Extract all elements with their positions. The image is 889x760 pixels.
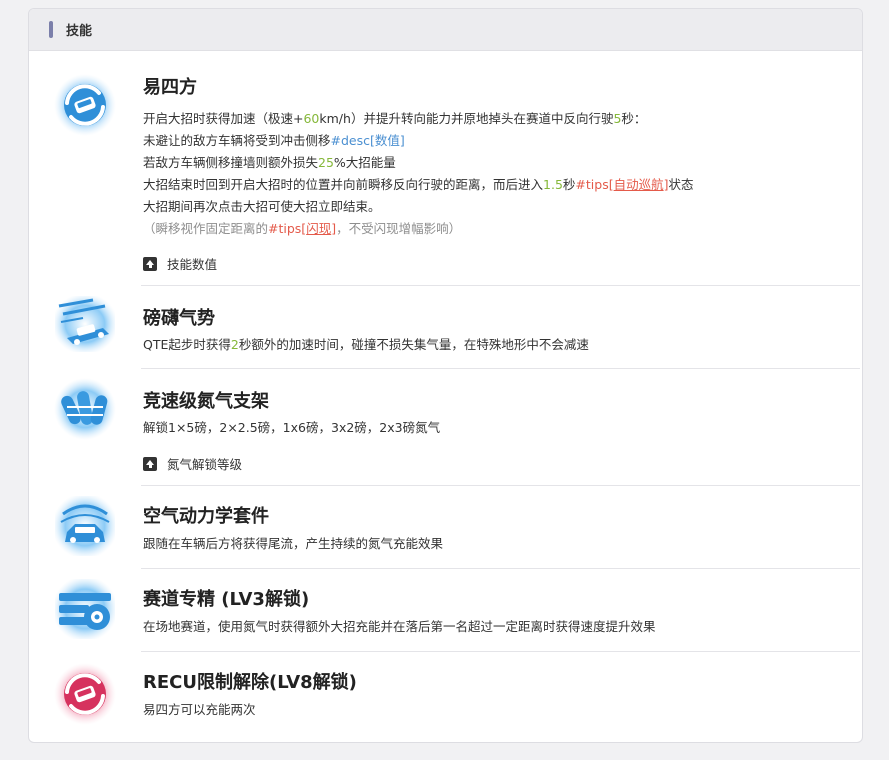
skill-item-5: 赛道专精 (LV3解锁) 在场地赛道，使用氮气时获得额外大招充能并在落后第一名超…	[29, 569, 862, 652]
card-title: 技能	[66, 24, 93, 39]
nitro-unlock-toggle[interactable]: 氮气解锁等级	[143, 454, 242, 473]
skill-name: 易四方	[143, 77, 197, 98]
card-header: 技能	[29, 9, 862, 51]
skill-name: RECU限制解除(LV8解锁)	[143, 672, 357, 693]
skill-description: 易四方可以充能两次	[143, 702, 256, 717]
skill-name: 赛道专精 (LV3解锁)	[143, 589, 310, 610]
skill-description: 跟随在车辆后方将获得尾流，产生持续的氮气充能效果	[143, 536, 444, 551]
flash-link[interactable]: 闪现	[306, 221, 331, 236]
skill-item-3: 竞速级氮气支架 解锁1×5磅，2×2.5磅，1x6磅，3x2磅，2x3磅氮气 氮…	[29, 369, 862, 486]
skill-description: QTE起步时获得2秒额外的加速时间，碰撞不损失集气量，在特殊地形中不会减速	[143, 337, 589, 352]
nitro-tanks-icon	[53, 377, 117, 441]
skill-name: 磅礴气势	[143, 308, 215, 329]
car-speed-lines-icon	[53, 292, 117, 356]
skill-item-2: 磅礴气势 QTE起步时获得2秒额外的加速时间，碰撞不损失集气量，在特殊地形中不会…	[29, 286, 862, 369]
expand-arrow-icon	[143, 456, 157, 471]
skill-item-1: 易四方 开启大招时获得加速（极速+60km/h）并提升转向能力并原地掉头在赛道中…	[29, 51, 862, 286]
skill-description: 开启大招时获得加速（极速+60km/h）并提升转向能力并原地掉头在赛道中反向行驶…	[143, 111, 694, 236]
header-accent-bar	[49, 21, 53, 38]
skill-values-toggle[interactable]: 技能数值	[143, 254, 217, 273]
auto-cruise-link[interactable]: 自动巡航	[614, 177, 664, 192]
skill-item-6: RECU限制解除(LV8解锁) 易四方可以充能两次	[29, 652, 862, 740]
skill-name: 空气动力学套件	[143, 506, 269, 527]
skill-description: 解锁1×5磅，2×2.5磅，1x6磅，3x2磅，2x3磅氮气	[143, 420, 441, 435]
drift-car-swirl-red-icon	[53, 662, 117, 726]
skill-name: 竞速级氮气支架	[143, 391, 269, 412]
skill-description: 在场地赛道，使用氮气时获得额外大招充能并在落后第一名超过一定距离时获得速度提升效…	[143, 619, 656, 634]
tire-track-icon	[53, 577, 117, 641]
skills-card: 技能 易四方 开启大招时获得加速（极速+60km/h）并提升转向能力并原地掉头在…	[28, 8, 863, 743]
aero-car-icon	[53, 494, 117, 558]
drift-car-swirl-icon	[53, 73, 117, 137]
skill-item-4: 空气动力学套件 跟随在车辆后方将获得尾流，产生持续的氮气充能效果	[29, 486, 862, 569]
expand-arrow-icon	[143, 256, 157, 271]
